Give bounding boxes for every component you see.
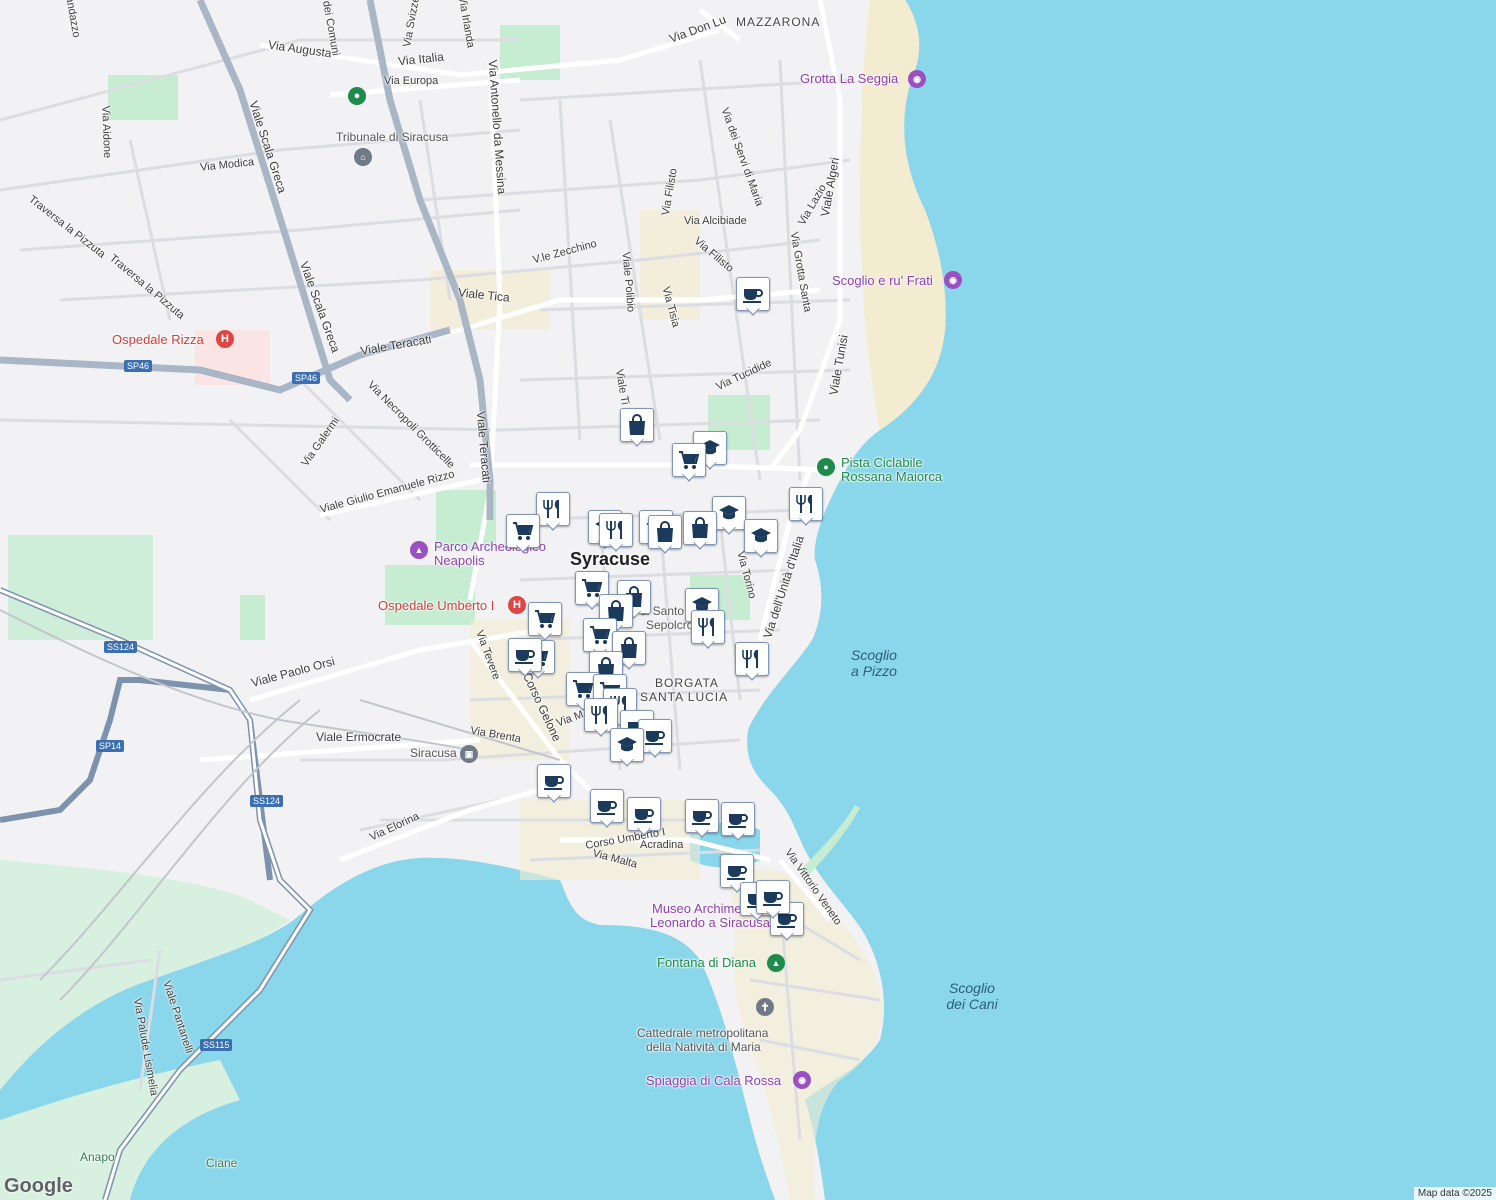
- camera-icon[interactable]: ◉: [908, 70, 926, 88]
- map-marker-cafe[interactable]: [627, 797, 661, 839]
- map-marker-cafe[interactable]: [590, 789, 624, 831]
- map-marker-cafe[interactable]: [685, 799, 719, 841]
- cafe-icon: [645, 731, 665, 745]
- route-shield: SP46: [124, 360, 153, 372]
- school-icon: [751, 528, 771, 543]
- cafe-icon: [692, 811, 712, 825]
- place-label[interactable]: Tribunale di Siracusa: [336, 130, 448, 144]
- cafe-icon: [597, 801, 617, 815]
- place-label[interactable]: Grotta La Seggia: [800, 72, 898, 86]
- map-marker-restaurant[interactable]: [789, 487, 823, 529]
- shopping-bag-icon: [629, 414, 645, 435]
- school-icon: [617, 737, 637, 752]
- restaurant-icon: [543, 500, 559, 518]
- place-label[interactable]: della Natività di Maria: [646, 1040, 761, 1054]
- place-label[interactable]: Fontana di Diana: [657, 956, 756, 970]
- street-label: Acradina: [640, 839, 684, 851]
- place-label[interactable]: Neapolis: [434, 554, 485, 568]
- map-marker-school[interactable]: [744, 519, 778, 561]
- street-label: Via Alcibiade: [684, 215, 747, 227]
- map-marker-shopping-bag[interactable]: [620, 408, 654, 450]
- map-marker-school[interactable]: [610, 728, 644, 770]
- map-attribution[interactable]: Map data ©2025: [1413, 1187, 1496, 1200]
- cafe-icon: [515, 650, 535, 664]
- restaurant-icon: [698, 618, 714, 636]
- map-marker-grocery-cart[interactable]: [506, 514, 540, 556]
- monument-icon[interactable]: ▲: [410, 541, 428, 559]
- church-icon[interactable]: ✝: [756, 998, 774, 1016]
- map-marker-school[interactable]: [712, 496, 746, 538]
- grocery-cart-icon: [535, 610, 556, 628]
- street-label: Via Europa: [384, 75, 439, 87]
- place-label: Ciane: [206, 1156, 238, 1170]
- camera-icon[interactable]: ◉: [793, 1071, 811, 1089]
- route-shield: SP14: [96, 740, 125, 752]
- map-marker-restaurant[interactable]: [536, 492, 570, 534]
- train-icon[interactable]: ▣: [460, 745, 478, 763]
- cafe-icon: [634, 809, 654, 823]
- district-label: MAZZARONA: [736, 15, 821, 29]
- place-label[interactable]: Rossana Maiorca: [841, 470, 942, 484]
- shopping-bag-icon: [657, 521, 673, 542]
- water-label: Scoglio dei Cani: [946, 980, 998, 1012]
- map-marker-shopping-bag[interactable]: [648, 515, 682, 557]
- route-shield: SS124: [250, 795, 284, 807]
- map-marker-grocery-cart[interactable]: [672, 443, 706, 485]
- route-shield: SP46: [292, 372, 321, 384]
- cafe-icon: [763, 892, 783, 906]
- camera-icon[interactable]: ◉: [944, 271, 962, 289]
- map-marker-cafe[interactable]: [508, 638, 542, 680]
- school-icon: [719, 505, 739, 520]
- route-shield: SS115: [200, 1039, 233, 1051]
- map-marker-restaurant[interactable]: [599, 513, 633, 555]
- cafe-icon: [728, 814, 748, 828]
- restaurant-icon: [742, 650, 758, 668]
- street-label: Via Aidone: [99, 105, 114, 159]
- cafe-icon: [727, 866, 747, 880]
- map-marker-cafe[interactable]: [537, 764, 571, 806]
- restaurant-icon: [606, 521, 622, 539]
- grocery-cart-icon: [590, 626, 611, 644]
- place-label[interactable]: Scoglio e ru' Frati: [832, 274, 933, 288]
- shopping-bag-icon: [692, 517, 708, 538]
- water-label: Scoglio a Pizzo: [851, 647, 897, 679]
- street-label: Viale Ermocrate: [316, 730, 402, 744]
- grocery-cart-icon: [679, 451, 700, 469]
- map-marker-cafe[interactable]: [721, 802, 755, 844]
- courthouse-icon[interactable]: ⌂: [354, 148, 372, 166]
- map-marker-restaurant[interactable]: [691, 610, 725, 652]
- fountain-icon[interactable]: ▲: [767, 954, 785, 972]
- place-label[interactable]: Spiaggia di Cala Rossa: [646, 1074, 781, 1088]
- map-marker-restaurant[interactable]: [735, 642, 769, 684]
- map-canvas[interactable]: Syracuse MAZZARONA BORGATA SANTA LUCIA V…: [0, 0, 1496, 1200]
- hospital-icon[interactable]: H: [508, 596, 526, 614]
- map-marker-cafe[interactable]: [736, 277, 770, 319]
- place-label[interactable]: Cattedrale metropolitana: [637, 1026, 768, 1040]
- park-icon[interactable]: ●: [348, 87, 366, 105]
- google-logo[interactable]: Google: [4, 1175, 73, 1198]
- cafe-icon: [544, 776, 564, 790]
- place-label[interactable]: Siracusa: [410, 746, 457, 760]
- restaurant-icon: [591, 706, 607, 724]
- district-label: BORGATA: [655, 676, 719, 690]
- map-marker-shopping-bag[interactable]: [683, 511, 717, 553]
- map-marker-cafe[interactable]: [756, 880, 790, 922]
- grocery-cart-icon: [513, 522, 534, 540]
- place-label[interactable]: Ospedale Rizza: [112, 333, 204, 347]
- district-label: SANTA LUCIA: [640, 690, 729, 704]
- hospital-icon[interactable]: H: [216, 330, 234, 348]
- place-label: Anapo: [80, 1150, 115, 1164]
- route-shield: SS124: [104, 641, 138, 653]
- park-icon[interactable]: ●: [817, 458, 835, 476]
- restaurant-icon: [796, 495, 812, 513]
- place-label[interactable]: Pista Ciclabile: [841, 456, 923, 470]
- cafe-icon: [743, 289, 763, 303]
- place-label[interactable]: Ospedale Umberto I: [378, 599, 494, 613]
